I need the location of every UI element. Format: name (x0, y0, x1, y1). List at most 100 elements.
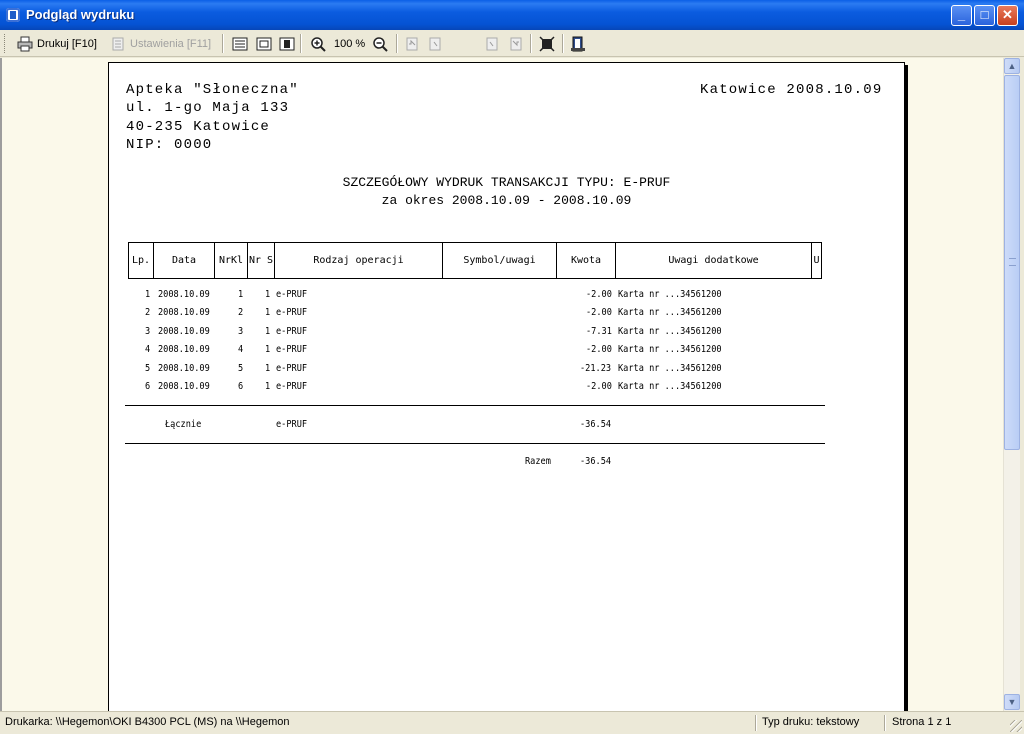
toolbar-separator (562, 34, 564, 53)
toolbar-separator (222, 34, 224, 53)
cell-nrkl: 5 (238, 363, 244, 374)
toolbar-grip[interactable] (4, 34, 8, 53)
page-width-button[interactable] (232, 33, 248, 54)
scroll-thumb[interactable] (1004, 75, 1020, 450)
next-page-button[interactable] (484, 33, 500, 54)
cell-notes: Karta nr ...34561200 (618, 326, 722, 337)
status-print-type: Typ druku: tekstowy (762, 716, 860, 728)
cell-notes: Karta nr ...34561200 (618, 381, 722, 392)
fit-page-button[interactable] (539, 33, 555, 54)
previous-page-button[interactable] (427, 33, 443, 54)
cell-date: 2008.10.09 (158, 344, 210, 355)
report-period: za okres 2008.10.09 - 2008.10.09 (381, 193, 632, 208)
exit-preview-button[interactable] (570, 33, 586, 54)
column-header: Rodzaj operacji (274, 242, 443, 279)
zoom-in-icon (311, 36, 326, 52)
cell-nrs: 1 (265, 289, 271, 300)
cell-operation: e-PRUF (276, 307, 308, 318)
subtotal-label: Łącznie (165, 419, 202, 430)
cell-notes: Karta nr ...34561200 (618, 363, 722, 374)
status-bar: Drukarka: \\Hegemon\OKI B4300 PCL (MS) n… (0, 711, 1024, 734)
column-header: Uwagi dodatkowe (615, 242, 812, 279)
print-page: Apteka "Słoneczna" ul. 1-go Maja 133 40-… (108, 62, 905, 711)
report-title: SZCZEGÓŁOWY WYDRUK TRANSAKCJI TYPU: E-PR… (342, 175, 671, 190)
cell-amount: -2.00 (586, 307, 612, 318)
page-height-button[interactable] (279, 33, 295, 54)
cell-nrkl: 3 (238, 326, 244, 337)
minimize-button[interactable]: _ (951, 5, 972, 26)
maximize-button[interactable]: □ (974, 5, 995, 26)
cell-notes: Karta nr ...34561200 (618, 289, 722, 300)
first-page-button[interactable] (404, 33, 420, 54)
close-button[interactable]: ✕ (997, 5, 1018, 26)
cell-date: 2008.10.09 (158, 381, 210, 392)
previous-page-icon (429, 37, 441, 50)
total-amount: -36.54 (580, 456, 612, 467)
next-page-icon (486, 37, 498, 50)
subtotal-operation: e-PRUF (276, 419, 308, 430)
page-height-icon (279, 37, 295, 50)
scroll-down-button[interactable]: ▼ (1004, 694, 1020, 710)
first-page-icon (406, 37, 418, 50)
divider (125, 405, 825, 406)
cell-lp: 5 (145, 363, 151, 374)
cell-amount: -2.00 (586, 381, 612, 392)
zoom-out-icon (373, 36, 388, 52)
place-date: Katowice 2008.10.09 (700, 82, 883, 98)
resize-grip[interactable] (1010, 720, 1022, 732)
cell-amount: -2.00 (586, 344, 612, 355)
cell-lp: 1 (145, 289, 151, 300)
cell-date: 2008.10.09 (158, 289, 210, 300)
cell-operation: e-PRUF (276, 381, 308, 392)
cell-date: 2008.10.09 (158, 363, 210, 374)
cell-lp: 4 (145, 344, 151, 355)
company-city: 40-235 Katowice (126, 119, 271, 135)
cell-nrkl: 4 (238, 344, 244, 355)
column-header: NrKl (214, 242, 248, 279)
preview-area[interactable]: Apteka "Słoneczna" ul. 1-go Maja 133 40-… (0, 58, 1003, 711)
zoom-in-button[interactable] (310, 33, 326, 54)
status-separator (884, 715, 886, 731)
column-header: U (811, 242, 822, 279)
toolbar-separator (396, 34, 398, 53)
fit-page-icon (539, 35, 555, 52)
print-label: Drukuj [F10] (37, 37, 97, 50)
scroll-up-button[interactable]: ▲ (1004, 58, 1020, 74)
print-button[interactable]: Drukuj [F10] (17, 33, 97, 54)
cell-nrs: 1 (265, 307, 271, 318)
settings-button[interactable]: Ustawienia [F11] (110, 33, 211, 54)
title-bar: Podgląd wydruku _ □ ✕ (0, 0, 1024, 30)
app-icon (6, 8, 20, 22)
settings-icon (112, 37, 124, 50)
cell-nrkl: 6 (238, 381, 244, 392)
last-page-button[interactable] (508, 33, 524, 54)
status-printer: Drukarka: \\Hegemon\OKI B4300 PCL (MS) n… (5, 716, 290, 728)
toolbar: Drukuj [F10] Ustawienia [F11] 100 % 1 (0, 30, 1024, 82)
company-nip: NIP: 0000 (126, 137, 213, 153)
printer-icon (17, 36, 33, 51)
cell-nrs: 1 (265, 344, 271, 355)
toolbar-separator (300, 34, 302, 53)
cell-nrkl: 2 (238, 307, 244, 318)
company-name: Apteka "Słoneczna" (126, 82, 299, 98)
status-page: Strona 1 z 1 (892, 716, 952, 728)
settings-label: Ustawienia [F11] (130, 37, 212, 50)
whole-page-button[interactable] (256, 33, 272, 54)
zoom-out-button[interactable] (372, 33, 388, 54)
vertical-scrollbar[interactable]: ▲ ▼ (1003, 58, 1020, 711)
cell-nrs: 1 (265, 381, 271, 392)
cell-nrs: 1 (265, 363, 271, 374)
cell-operation: e-PRUF (276, 326, 308, 337)
window-frame-right (1020, 58, 1024, 711)
column-header: Symbol/uwagi (442, 242, 557, 279)
column-header: Nr S (247, 242, 275, 279)
cell-date: 2008.10.09 (158, 307, 210, 318)
zoom-level: 100 % (334, 33, 365, 54)
cell-date: 2008.10.09 (158, 326, 210, 337)
cell-amount: -21.23 (580, 363, 612, 374)
cell-lp: 6 (145, 381, 151, 392)
subtotal-amount: -36.54 (580, 419, 612, 430)
company-address: ul. 1-go Maja 133 (126, 100, 290, 116)
cell-nrs: 1 (265, 326, 271, 337)
window-title: Podgląd wydruku (26, 7, 135, 22)
